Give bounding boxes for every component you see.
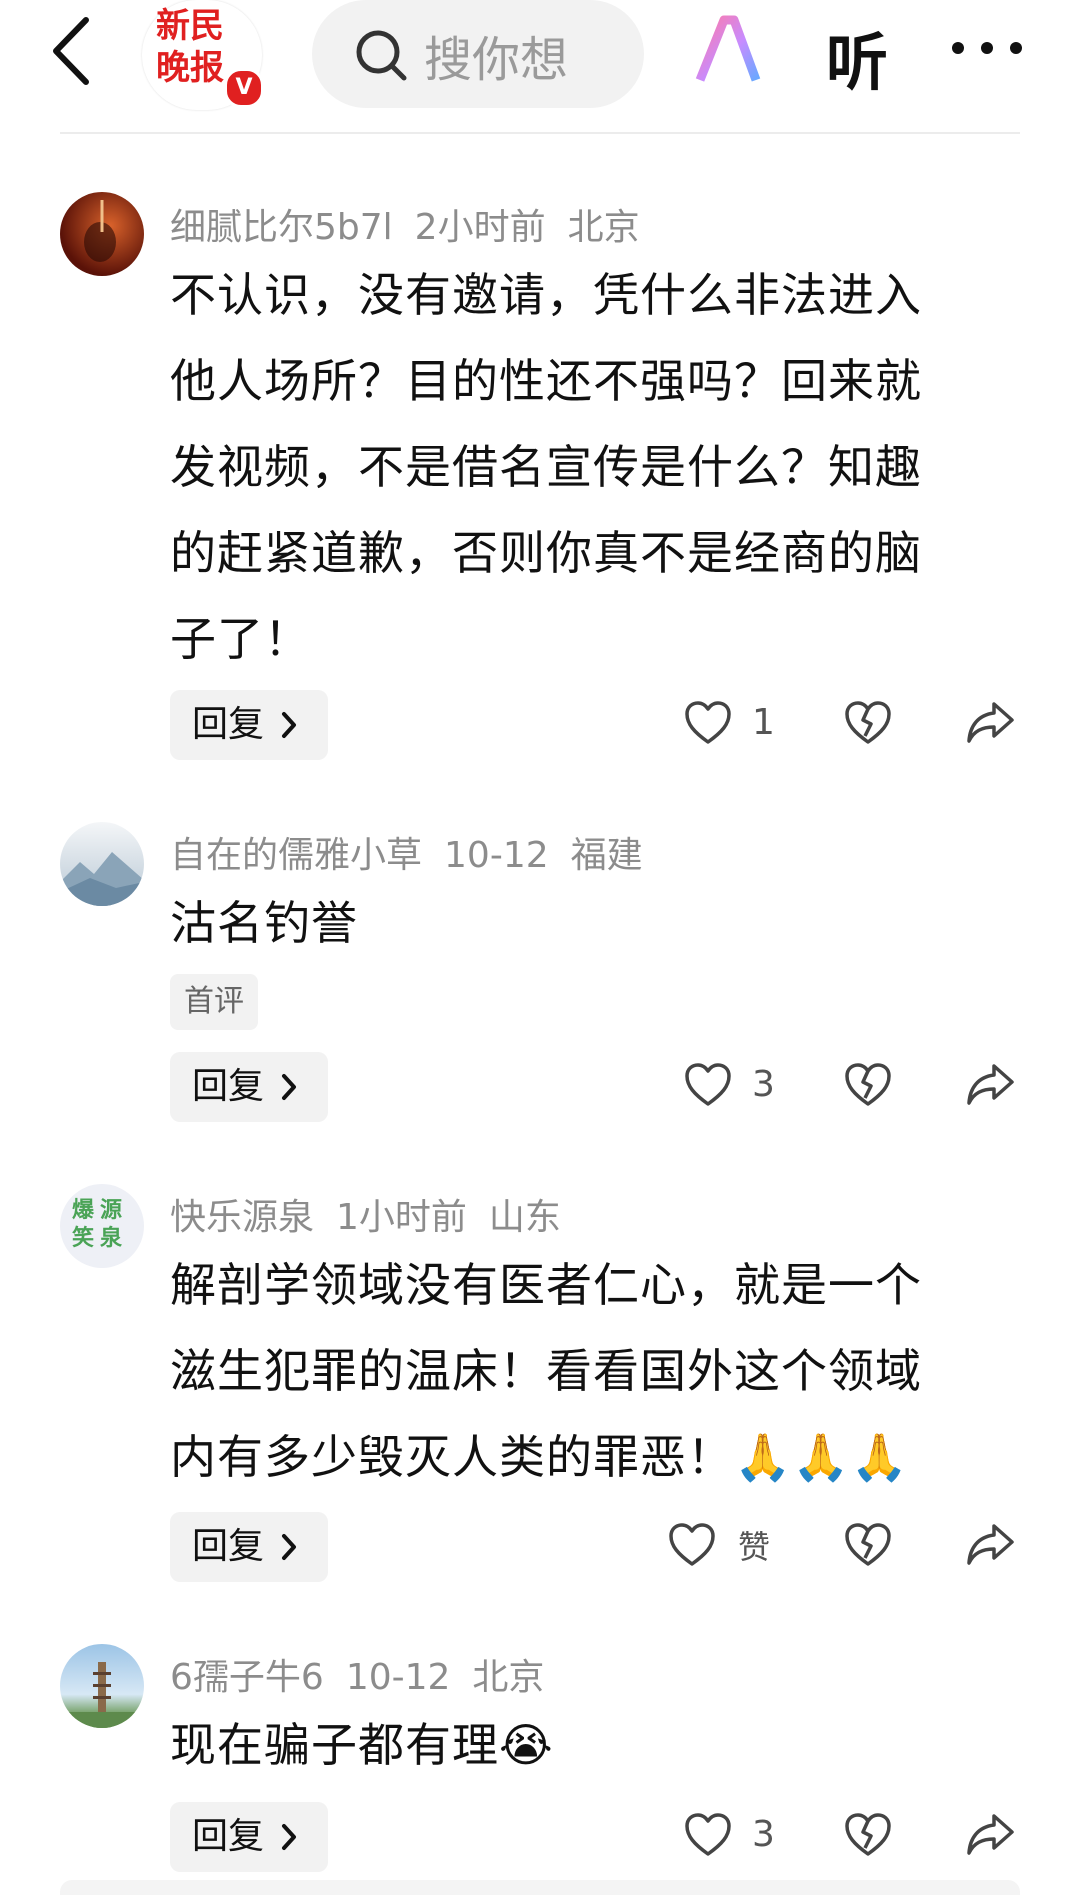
comment-line: 滋生犯罪的温床！看看国外这个领域 xyxy=(170,1344,922,1398)
back-arrow-icon[interactable] xyxy=(48,16,104,86)
comment-location: 北京 xyxy=(472,1657,545,1698)
like-count: 3 xyxy=(752,1064,775,1105)
comment-meta: 6孺子牛6 10-12 北京 xyxy=(170,1648,566,1700)
chevron-right-icon xyxy=(282,712,296,738)
more-icon[interactable] xyxy=(950,36,1024,60)
mountain-landscape-icon xyxy=(60,852,144,906)
comment-line: 发视频，不是借名宣传是什么？知趣 xyxy=(170,440,922,494)
reply-button[interactable]: 回复 xyxy=(170,1512,328,1582)
comment-time: 2小时前 xyxy=(414,207,546,248)
comment-time: 10-12 xyxy=(444,835,549,876)
header-divider xyxy=(60,132,1020,134)
like-heart-icon[interactable] xyxy=(668,1522,716,1568)
dislike-broken-heart-icon[interactable] xyxy=(844,1062,892,1108)
bottom-sheet-edge xyxy=(60,1880,1020,1895)
comment-text: 沽名钓誉 xyxy=(170,880,1020,966)
comment-text: 不认识，没有邀请，凭什么非法进入 他人场所？目的性还不强吗？回来就 发视频，不是… xyxy=(170,252,1020,682)
violin-icon xyxy=(84,200,116,262)
username[interactable]: 自在的儒雅小草 xyxy=(170,835,422,876)
chevron-right-icon xyxy=(282,1534,296,1560)
logo-text-line1: 新民 xyxy=(156,6,224,46)
comment-text: 现在骗子都有理😭 xyxy=(170,1702,1020,1788)
dislike-broken-heart-icon[interactable] xyxy=(844,700,892,746)
first-comment-tag: 首评 xyxy=(170,974,258,1030)
comment-line: 子了！ xyxy=(170,612,311,666)
like-label: 赞 xyxy=(738,1528,771,1566)
share-icon[interactable] xyxy=(966,1062,1016,1106)
comment-meta: 细腻比尔5b7l 2小时前 北京 xyxy=(170,198,662,250)
avatar[interactable] xyxy=(60,192,144,276)
comment-time: 10-12 xyxy=(345,1657,451,1698)
dislike-broken-heart-icon[interactable] xyxy=(844,1522,892,1568)
avatar-text-line: 爆源 xyxy=(72,1197,129,1223)
like-count: 3 xyxy=(752,1814,775,1855)
comment-line: 的赶紧道歉，否则你真不是经商的脑 xyxy=(170,526,922,580)
dislike-broken-heart-icon[interactable] xyxy=(844,1812,892,1858)
verified-badge: V xyxy=(224,68,264,108)
reply-button[interactable]: 回复 xyxy=(170,1802,328,1872)
reply-button[interactable]: 回复 xyxy=(170,1052,328,1122)
like-heart-icon[interactable] xyxy=(684,1812,732,1858)
reply-label: 回复 xyxy=(192,1066,265,1107)
like-heart-icon[interactable] xyxy=(684,700,732,746)
comment-meta: 自在的儒雅小草 10-12 福建 xyxy=(170,826,665,878)
reply-button[interactable]: 回复 xyxy=(170,690,328,760)
username[interactable]: 6孺子牛6 xyxy=(170,1657,324,1698)
comment-text: 解剖学领域没有医者仁心，就是一个 滋生犯罪的温床！看看国外这个领域 内有多少毁灭… xyxy=(170,1242,1020,1500)
search-placeholder: 搜你想 xyxy=(424,32,569,88)
logo-text-line2: 晚报 xyxy=(156,48,224,88)
comment-line: 现在骗子都有理😭 xyxy=(170,1718,554,1772)
publisher-logo[interactable]: 新民 晚报 V xyxy=(142,0,264,110)
reply-label: 回复 xyxy=(192,1526,265,1567)
ai-icon[interactable] xyxy=(694,10,774,90)
comment-location: 北京 xyxy=(567,207,640,248)
username[interactable]: 细腻比尔5b7l xyxy=(170,207,393,248)
chevron-right-icon xyxy=(282,1074,296,1100)
search-icon xyxy=(356,30,407,81)
reply-label: 回复 xyxy=(192,704,265,745)
share-icon[interactable] xyxy=(966,1812,1016,1856)
avatar[interactable] xyxy=(60,822,144,906)
chevron-right-icon xyxy=(282,1824,296,1850)
share-icon[interactable] xyxy=(966,1522,1016,1566)
like-count: 1 xyxy=(752,702,775,743)
comment-line: 他人场所？目的性还不强吗？回来就 xyxy=(170,354,922,408)
comment-meta: 快乐源泉 1小时前 山东 xyxy=(170,1188,583,1240)
search-bar[interactable]: 搜你想 xyxy=(312,0,644,108)
avatar[interactable] xyxy=(60,1644,144,1728)
comment-line: 沽名钓誉 xyxy=(170,896,358,950)
avatar-text-line: 笑泉 xyxy=(72,1225,129,1251)
share-icon[interactable] xyxy=(966,700,1016,744)
avatar[interactable]: 爆源 笑泉 xyxy=(60,1184,144,1268)
avatar-text: 爆源 笑泉 xyxy=(72,1196,128,1252)
username[interactable]: 快乐源泉 xyxy=(170,1197,314,1238)
comment-location: 福建 xyxy=(570,835,643,876)
like-heart-icon[interactable] xyxy=(684,1062,732,1108)
top-bar: 新民 晚报 V 搜你想 听 xyxy=(0,0,1080,134)
listen-button[interactable]: 听 xyxy=(826,12,888,102)
comment-line: 解剖学领域没有医者仁心，就是一个 xyxy=(170,1258,922,1312)
comment-line: 内有多少毁灭人类的罪恶！🙏🙏🙏 xyxy=(170,1430,909,1484)
comment-line: 不认识，没有邀请，凭什么非法进入 xyxy=(170,268,922,322)
comment-location: 山东 xyxy=(488,1197,561,1238)
pagoda-icon xyxy=(60,1662,144,1728)
comment-time: 1小时前 xyxy=(336,1197,467,1238)
reply-label: 回复 xyxy=(192,1816,265,1857)
